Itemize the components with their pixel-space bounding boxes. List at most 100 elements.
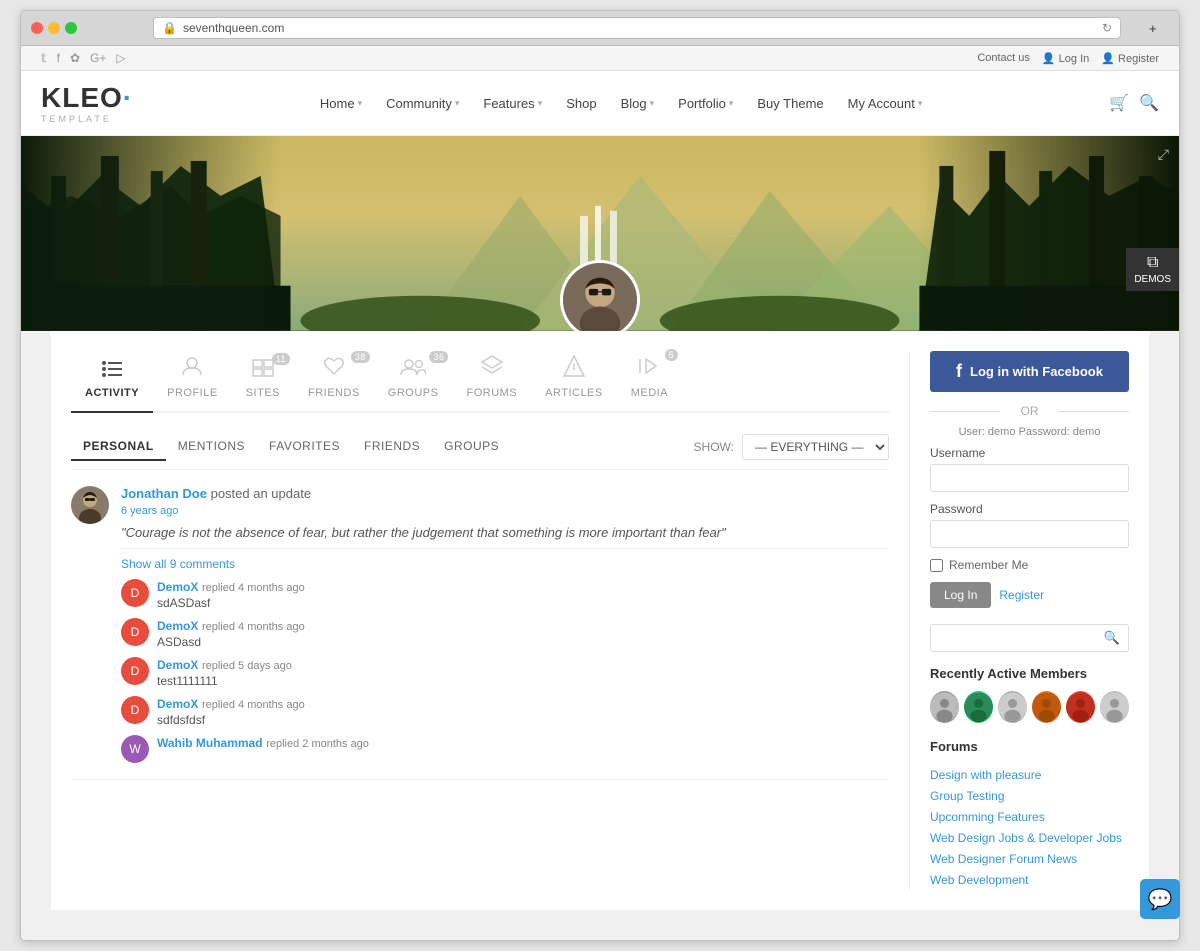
comment-5-avatar[interactable]: W bbox=[121, 735, 149, 763]
tab-friends-label: FRIENDS bbox=[308, 387, 360, 399]
comment-2-body: DemoX replied 4 months ago ASDasd bbox=[157, 618, 889, 649]
comment-5-username[interactable]: Wahib Muhammad bbox=[157, 736, 263, 750]
password-input[interactable] bbox=[930, 520, 1129, 548]
subtab-groups[interactable]: GROUPS bbox=[432, 433, 511, 461]
sites-icon bbox=[252, 359, 274, 383]
main-post-avatar[interactable] bbox=[71, 486, 109, 524]
googleplus-icon[interactable]: G+ bbox=[90, 51, 106, 65]
member-avatar-6[interactable] bbox=[1100, 691, 1129, 723]
forum-link-6[interactable]: Web Development bbox=[930, 873, 1029, 887]
comment-4-avatar[interactable]: D bbox=[121, 696, 149, 724]
nav-buytheme[interactable]: Buy Theme bbox=[747, 88, 833, 119]
twitter-icon[interactable]: 𝕥 bbox=[41, 51, 47, 65]
browser-dots bbox=[31, 22, 77, 34]
tab-activity[interactable]: ACTIVITY bbox=[71, 355, 153, 403]
tab-articles[interactable]: ARTICLES bbox=[531, 351, 617, 403]
nav-blog[interactable]: Blog ▾ bbox=[611, 88, 665, 119]
subtab-friends[interactable]: FRIENDS bbox=[352, 433, 432, 461]
comment-4-username[interactable]: DemoX bbox=[157, 697, 198, 711]
forum-link-4[interactable]: Web Design Jobs & Developer Jobs bbox=[930, 831, 1122, 845]
comment-5-body: Wahib Muhammad replied 2 months ago bbox=[157, 735, 889, 763]
comment-2-username[interactable]: DemoX bbox=[157, 619, 198, 633]
maximize-dot[interactable] bbox=[65, 22, 77, 34]
browser-window: 🔒 seventhqueen.com ↻ + 𝕥 f ✿ G+ ▷ Contac… bbox=[20, 10, 1180, 941]
tab-sites[interactable]: 11 SITES bbox=[232, 355, 294, 403]
nav-home[interactable]: Home ▾ bbox=[310, 88, 372, 119]
youtube-icon[interactable]: ▷ bbox=[116, 51, 125, 65]
username-input[interactable] bbox=[930, 464, 1129, 492]
subtab-favorites[interactable]: FAVORITES bbox=[257, 433, 352, 461]
member-avatar-2[interactable] bbox=[964, 691, 993, 723]
page-body: ACTIVITY PROFILE 11 bbox=[21, 331, 1179, 940]
login-button[interactable]: Log In bbox=[930, 582, 991, 608]
utility-bar: 𝕥 f ✿ G+ ▷ Contact us 👤 Log In 👤 Registe… bbox=[21, 46, 1179, 71]
browser-add-tab[interactable]: + bbox=[1149, 21, 1169, 36]
show-comments-link[interactable]: Show all 9 comments bbox=[121, 557, 889, 571]
comment-4: D DemoX replied 4 months ago sdfdsfdsf bbox=[121, 696, 889, 727]
subtab-personal[interactable]: PERSONAL bbox=[71, 433, 166, 461]
tab-forums[interactable]: FORUMS bbox=[452, 351, 531, 403]
search-icon[interactable]: 🔍 bbox=[1139, 93, 1159, 113]
tab-profile[interactable]: PROFILE bbox=[153, 351, 232, 403]
sites-badge: 11 bbox=[272, 353, 290, 365]
reload-icon[interactable]: ↻ bbox=[1102, 21, 1112, 35]
show-filter: SHOW: — EVERYTHING — Updates Comments bbox=[694, 434, 889, 460]
main-post-username[interactable]: Jonathan Doe bbox=[121, 486, 207, 501]
tab-media[interactable]: 5 MEDIA bbox=[617, 351, 682, 403]
hero-avatar[interactable] bbox=[560, 260, 640, 331]
tab-friends[interactable]: 38 FRIENDS bbox=[294, 353, 374, 403]
forum-link-5[interactable]: Web Designer Forum News bbox=[930, 852, 1077, 866]
nav-myaccount[interactable]: My Account ▾ bbox=[838, 88, 933, 119]
chat-button[interactable]: 💬 bbox=[1140, 879, 1180, 919]
login-link[interactable]: 👤 Log In bbox=[1042, 52, 1089, 65]
main-post-time[interactable]: 6 years ago bbox=[121, 505, 889, 517]
subtab-mentions[interactable]: MENTIONS bbox=[166, 433, 257, 461]
comment-1-avatar[interactable]: D bbox=[121, 579, 149, 607]
forum-item-3: Upcomming Features bbox=[930, 806, 1129, 827]
forum-link-3[interactable]: Upcomming Features bbox=[930, 810, 1045, 824]
member-avatar-1[interactable] bbox=[930, 691, 959, 723]
main-post-quote: "Courage is not the absence of fear, but… bbox=[121, 525, 889, 540]
address-bar[interactable]: 🔒 seventhqueen.com ↻ bbox=[153, 17, 1121, 39]
search-bar: 🔍 bbox=[930, 624, 1129, 652]
comment-3-avatar[interactable]: D bbox=[121, 657, 149, 685]
member-avatar-4[interactable] bbox=[1032, 691, 1061, 723]
divider bbox=[121, 548, 889, 549]
comment-2-avatar[interactable]: D bbox=[121, 618, 149, 646]
nav-icons: 🛒 🔍 bbox=[1109, 93, 1159, 113]
content-wrapper: ACTIVITY PROFILE 11 bbox=[51, 331, 1149, 910]
forums-title: Forums bbox=[930, 739, 1129, 754]
articles-icon bbox=[563, 355, 585, 383]
close-dot[interactable] bbox=[31, 22, 43, 34]
comment-3-username[interactable]: DemoX bbox=[157, 658, 198, 672]
member-avatar-5[interactable] bbox=[1066, 691, 1095, 723]
tab-groups[interactable]: 36 GROUPS bbox=[374, 353, 453, 403]
fb-login-label: Log in with Facebook bbox=[970, 364, 1103, 379]
nav-features[interactable]: Features ▾ bbox=[473, 88, 552, 119]
demos-label: DEMOS bbox=[1134, 274, 1171, 285]
forum-link-2[interactable]: Group Testing bbox=[930, 789, 1005, 803]
member-avatar-3[interactable] bbox=[998, 691, 1027, 723]
demos-button[interactable]: ⧉ DEMOS bbox=[1126, 248, 1179, 291]
remember-checkbox[interactable] bbox=[930, 559, 943, 572]
utility-right: Contact us 👤 Log In 👤 Register bbox=[977, 52, 1159, 65]
everything-filter[interactable]: — EVERYTHING — Updates Comments bbox=[742, 434, 889, 460]
sidebar-search-input[interactable] bbox=[939, 630, 1104, 646]
cart-icon[interactable]: 🛒 bbox=[1109, 93, 1129, 113]
corner-expand-icon[interactable]: ⤢ bbox=[1158, 146, 1169, 163]
main-nav: KLEO· TEMPLATE Home ▾ Community ▾ Featur… bbox=[21, 71, 1179, 136]
minimize-dot[interactable] bbox=[48, 22, 60, 34]
comment-1-username[interactable]: DemoX bbox=[157, 580, 198, 594]
register-link[interactable]: Register bbox=[999, 582, 1044, 608]
register-link[interactable]: 👤 Register bbox=[1101, 52, 1159, 65]
contact-link[interactable]: Contact us bbox=[977, 52, 1030, 65]
comment-1-time: 4 months ago bbox=[238, 582, 305, 594]
media-icon bbox=[638, 355, 660, 383]
nav-portfolio[interactable]: Portfolio ▾ bbox=[668, 88, 743, 119]
instagram-icon[interactable]: ✿ bbox=[70, 51, 80, 65]
nav-shop[interactable]: Shop bbox=[556, 88, 606, 119]
facebook-login-button[interactable]: f Log in with Facebook bbox=[930, 351, 1129, 392]
nav-community[interactable]: Community ▾ bbox=[376, 88, 469, 119]
forum-link-1[interactable]: Design with pleasure bbox=[930, 768, 1041, 782]
facebook-icon[interactable]: f bbox=[57, 51, 60, 65]
